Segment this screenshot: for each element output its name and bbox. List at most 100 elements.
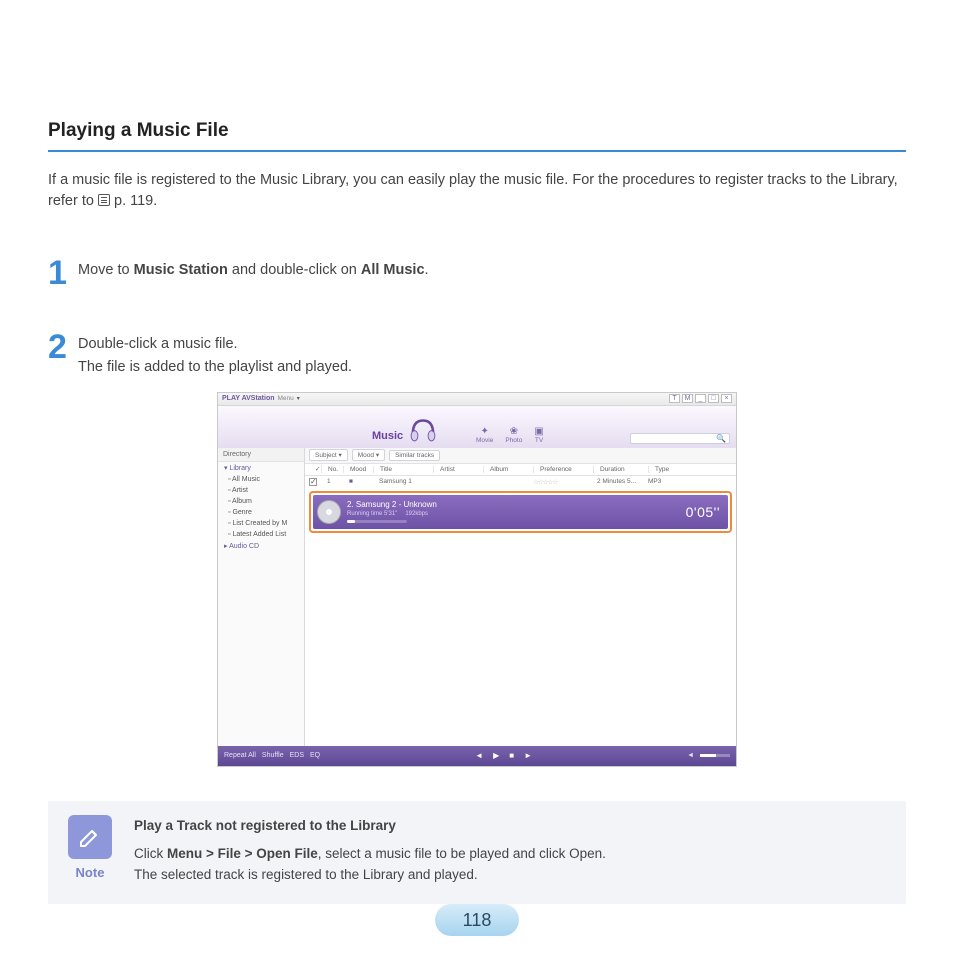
note-box: Note Play a Track not registered to the … [48,801,906,904]
step-1-bold-1: Music Station [134,262,228,278]
row-type: MP3 [648,478,661,485]
col-title[interactable]: Title [374,466,434,473]
win-btn-close[interactable]: × [721,394,732,403]
col-duration[interactable]: Duration [594,466,649,473]
now-playing-time: 0'05'' [686,504,720,520]
sidebar-audio-cd[interactable]: ▸ Audio CD [218,540,304,552]
tab-movie[interactable]: ✦Movie [476,427,493,444]
footer-eds[interactable]: EDS [290,752,304,759]
row-checkbox[interactable] [309,478,317,486]
col-check[interactable]: ✓ [309,465,322,473]
now-playing-title: 2. Samsung 2 - Unknown [347,500,680,509]
volume-slider[interactable] [700,754,730,757]
sidebar-user-list[interactable]: ▫ List Created by M [218,518,304,529]
sidebar-album[interactable]: ▫ Album [218,496,304,507]
col-type[interactable]: Type [649,466,736,473]
column-headers: ✓ No. Mood Title Artist Album Preference… [305,464,736,476]
sidebar-genre[interactable]: ▫ Genre [218,507,304,518]
footer-shuffle[interactable]: Shuffle [262,752,284,759]
note-bold: Menu > File > Open File [167,846,318,861]
row-stars[interactable]: ☆☆☆☆☆ [533,478,593,486]
filter-similar[interactable]: Similar tracks [389,450,440,461]
step-1-text-c: . [425,262,429,278]
note-label: Note [76,865,105,880]
step-2-number: 2 [48,330,78,364]
search-input[interactable]: 🔍 [630,433,730,444]
row-duration: 2 Minutes 5... [593,478,648,485]
filter-subject[interactable]: Subject ▾ [309,449,348,461]
win-btn-mode[interactable]: M [682,394,693,403]
step-2: 2 Double-click a music file. The file is… [48,330,906,378]
sidebar-item-label: Genre [232,509,251,516]
app-title: PLAY AVStation [222,395,275,402]
app-body: Directory ▾ Library ▫ All Music ▫ Artist… [218,448,736,746]
row-no: 1 [321,478,343,485]
step-1-bold-2: All Music [361,262,425,278]
stop-button[interactable]: ■ [509,751,514,760]
filter-row: Subject ▾ Mood ▾ Similar tracks [305,448,736,464]
tab-photo[interactable]: ❀Photo [505,427,522,444]
note-text-b: , select a music file to be played and c… [318,846,606,861]
main-panel: Subject ▾ Mood ▾ Similar tracks ✓ No. Mo… [305,448,736,746]
row-mood: ■ [343,478,373,485]
note-icon-column: Note [64,815,116,886]
tab-photo-label: Photo [505,437,522,444]
movie-icon: ✦ [480,427,488,437]
disc-icon [317,500,341,524]
win-btn-maximize[interactable]: □ [708,394,719,403]
track-row-1[interactable]: 1 ■ Samsung 1 ☆☆☆☆☆ 2 Minutes 5... MP3 [305,476,736,488]
footer-repeat[interactable]: Repeat All [224,752,256,759]
now-playing-text: 2. Samsung 2 - Unknown Running time 5'31… [347,500,680,523]
sidebar-library[interactable]: ▾ Library [218,462,304,474]
sidebar-audiocd-label: Audio CD [229,543,259,550]
now-playing-row[interactable]: 2. Samsung 2 - Unknown Running time 5'31… [313,495,728,529]
step-1-number: 1 [48,256,78,290]
sidebar-item-label: Latest Added List [232,531,286,538]
step-2-body: Double-click a music file. The file is a… [78,330,352,378]
sidebar: Directory ▾ Library ▫ All Music ▫ Artist… [218,448,305,746]
col-preference[interactable]: Preference [534,466,594,473]
progress-bar[interactable] [347,520,407,523]
tab-tv[interactable]: ▣TV [534,427,543,444]
highlight-callout: 2. Samsung 2 - Unknown Running time 5'31… [309,491,732,533]
col-no[interactable]: No. [322,466,344,473]
footer-left: Repeat All Shuffle EDS EQ [224,752,320,759]
music-section-label: Music [372,430,403,442]
app-menu-button[interactable]: Menu [278,395,294,402]
sidebar-all-music[interactable]: ▫ All Music [218,474,304,485]
sidebar-item-label: Artist [232,487,248,494]
note-text-a: Click [134,846,167,861]
sidebar-artist[interactable]: ▫ Artist [218,485,304,496]
sidebar-item-label: Album [232,498,252,505]
titlebar-left: PLAY AVStation Menu ▾ [222,395,300,402]
menu-arrow-icon: ▾ [297,395,300,402]
step-1: 1 Move to Music Station and double-click… [48,256,906,290]
step-1-text-b: and double-click on [228,262,361,278]
col-artist[interactable]: Artist [434,466,484,473]
sidebar-item-label: List Created by M [232,520,287,527]
speaker-icon[interactable]: ◄ [687,752,694,759]
np-runtime: Running time 5'31" [347,511,397,517]
sidebar-library-label: Library [229,465,250,472]
intro-text-b: p. 119. [114,193,157,209]
col-album[interactable]: Album [484,466,534,473]
play-button[interactable]: ▶ [493,751,499,760]
window-controls: T M _ □ × [669,394,732,403]
search-icon: 🔍 [716,434,726,443]
volume-controls: ◄ [687,752,730,759]
prev-button[interactable]: ◄ [475,751,483,760]
col-mood[interactable]: Mood [344,466,374,473]
step-1-body: Move to Music Station and double-click o… [78,256,429,281]
note-title: Play a Track not registered to the Libra… [134,815,606,837]
footer-eq[interactable]: EQ [310,752,320,759]
top-tabs: ✦Movie ❀Photo ▣TV [476,427,544,444]
filter-mood[interactable]: Mood ▾ [352,449,385,461]
row-title: Samsung 1 [373,478,433,485]
win-btn-theme[interactable]: T [669,394,680,403]
next-button[interactable]: ► [524,751,532,760]
page-number: 118 [435,904,519,936]
app-screenshot: PLAY AVStation Menu ▾ T M _ □ × Music ✦M… [217,392,737,767]
sidebar-latest[interactable]: ▫ Latest Added List [218,529,304,540]
win-btn-minimize[interactable]: _ [695,394,706,403]
tv-icon: ▣ [534,427,543,437]
